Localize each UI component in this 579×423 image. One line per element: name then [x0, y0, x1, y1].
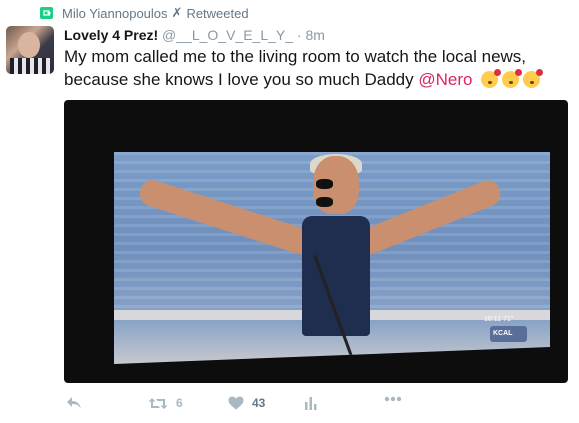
more-icon	[384, 396, 402, 402]
reply-button[interactable]	[66, 396, 82, 410]
retweeted-label: Retweeted	[186, 5, 249, 21]
tv-clock: 10:11 71°	[484, 316, 514, 323]
timestamp[interactable]: 8m	[305, 27, 324, 43]
more-button[interactable]	[384, 396, 402, 402]
like-button[interactable]: 43	[228, 396, 265, 410]
like-count: 43	[252, 396, 266, 410]
display-name[interactable]: Lovely 4 Prez!	[64, 27, 158, 43]
retweet-count: 6	[176, 396, 183, 410]
tweet-photo[interactable]: 10:11 71° KCAL	[64, 100, 568, 383]
kissing-face-icon	[502, 69, 523, 88]
tweet-text: My mom called me to the living room to w…	[64, 45, 564, 91]
heart-icon	[228, 396, 244, 410]
mention-link[interactable]: @Nero	[418, 70, 472, 89]
analytics-icon	[304, 396, 318, 410]
tv-station-logo: KCAL	[490, 326, 527, 342]
user-handle[interactable]: @__L_O_V_E_L_Y_	[162, 27, 293, 43]
kissing-face-icon	[523, 69, 544, 88]
retweet-button[interactable]: 6	[148, 396, 183, 410]
analytics-button[interactable]	[304, 396, 318, 410]
retweet-icon	[40, 7, 53, 19]
retweet-icon	[148, 397, 168, 410]
tv-screen: 10:11 71° KCAL	[114, 152, 550, 364]
retweeter-name[interactable]: Milo Yiannopoulos	[62, 6, 168, 21]
kissing-face-icon	[481, 69, 502, 88]
avatar[interactable]	[6, 26, 54, 74]
retweet-banner: Milo Yiannopoulos ✗ Retweeted	[40, 4, 249, 22]
tweet-header: Lovely 4 Prez! @__L_O_V_E_L_Y_ · 8m	[64, 27, 325, 43]
verified-glyph: ✗	[171, 5, 183, 20]
separator-dot: ·	[296, 27, 302, 43]
tweet-actions: 6 43	[64, 394, 564, 416]
reply-icon	[66, 396, 82, 410]
